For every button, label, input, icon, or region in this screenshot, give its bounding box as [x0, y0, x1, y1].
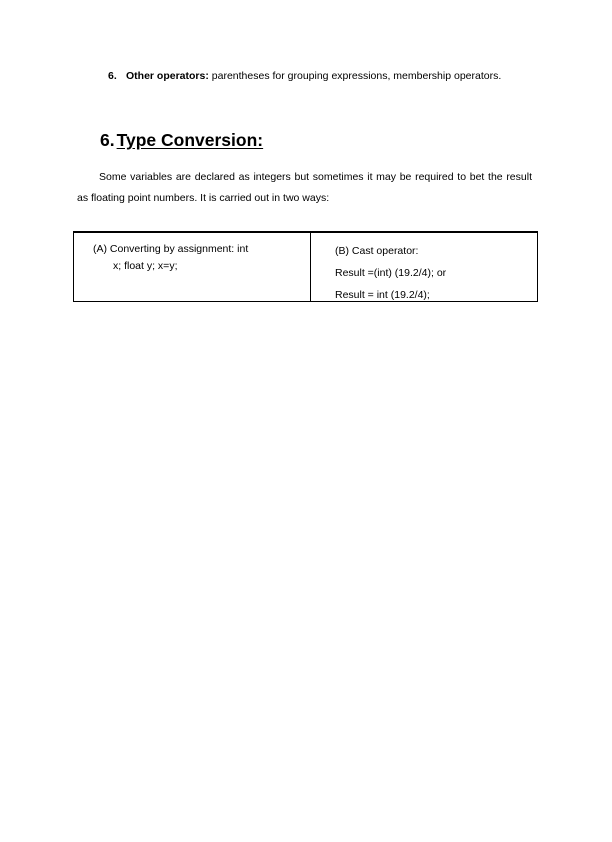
table-cell-method-b: (B) Cast operator: Result =(int) (19.2/4…: [311, 233, 537, 301]
paragraph-text: Some variables are declared as integers …: [77, 171, 532, 204]
list-item-lead-term: Other operators:: [126, 70, 209, 82]
list-item: 6. Other operators: parentheses for grou…: [108, 68, 514, 85]
method-a-line-2: x; float y; x=y;: [113, 260, 178, 272]
table-cell-method-a: (A) Converting by assignment: int x; flo…: [74, 233, 311, 301]
method-a-line-1: (A) Converting by assignment: int: [93, 243, 249, 255]
section-heading-title: Type Conversion:: [116, 130, 264, 150]
document-page: 6. Other operators: parentheses for grou…: [0, 0, 612, 842]
conversion-methods-table: (A) Converting by assignment: int x; flo…: [73, 231, 538, 302]
list-item-marker: 6.: [108, 70, 117, 82]
method-b-line-1: (B) Cast operator:: [335, 245, 419, 257]
section-heading: 6. Type Conversion:: [100, 129, 263, 151]
method-b-line-3: Result = int (19.2/4);: [335, 289, 430, 301]
body-paragraph: Some variables are declared as integers …: [77, 167, 532, 209]
list-item-body: Other operators: parentheses for groupin…: [108, 68, 514, 85]
method-b-line-2: Result =(int) (19.2/4); or: [335, 267, 447, 279]
section-heading-number: 6.: [100, 130, 115, 150]
list-item-text: parentheses for grouping expressions, me…: [208, 70, 502, 82]
